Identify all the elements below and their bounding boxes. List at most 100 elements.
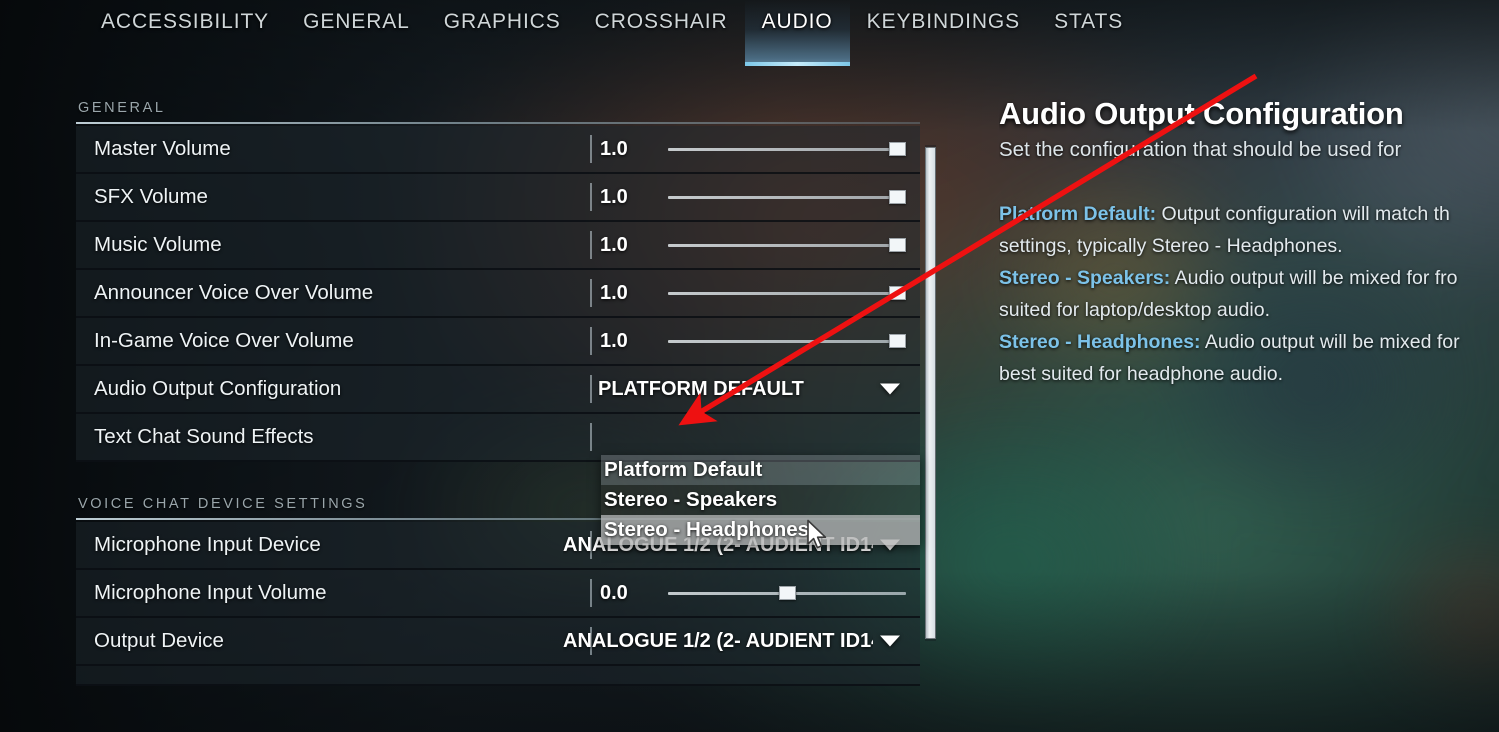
volume-slider[interactable] [668,331,906,351]
slider-value: 0.0 [600,581,628,604]
info-entry-stereo-headphones: Stereo - Headphones: Audio output will b… [999,326,1499,390]
info-entry-line: Platform Default: Output configuration w… [999,198,1499,230]
option-label: Stereo - Speakers [604,488,778,511]
section-rule [76,122,920,124]
slider-knob[interactable] [779,586,796,600]
slider-knob[interactable] [889,334,906,348]
slider-track [668,244,906,247]
slider-track [668,148,906,151]
dropdown-option-stereo-speakers[interactable]: Stereo - Speakers [601,485,920,515]
setting-row-audio-output-configuration[interactable]: Audio Output Configuration PLATFORM DEFA… [76,366,920,414]
setting-label: Announcer Voice Over Volume [94,281,374,304]
option-label: Stereo - Headphones [604,518,810,541]
slider-knob[interactable] [889,238,906,252]
info-text: Audio output will be mixed for fro [1174,267,1458,289]
tab-keybindings[interactable]: KEYBINDINGS [850,0,1037,66]
info-entry-platform-default: Platform Default: Output configuration w… [999,198,1499,262]
tab-label: GENERAL [303,10,410,33]
info-panel: Audio Output Configuration Set the confi… [999,96,1499,390]
info-entry-line: suited for laptop/desktop audio. [999,299,1271,321]
setting-label: Text Chat Sound Effects [94,425,314,448]
tab-label: CROSSHAIR [594,10,728,33]
tab-label: STATS [1054,10,1124,33]
dropdown-option-stereo-headphones[interactable]: Stereo - Headphones [601,515,920,545]
setting-control[interactable]: ANALOGUE 1/2 (2- AUDIENT ID14 [563,618,920,664]
tab-general[interactable]: GENERAL [286,0,427,66]
setting-label: SFX Volume [94,185,208,208]
info-subtitle: Set the configuration that should be use… [999,138,1402,161]
slider-value: 1.0 [600,185,628,208]
tab-stats[interactable]: STATS [1037,0,1140,66]
volume-slider[interactable] [668,235,906,255]
setting-control[interactable]: 1.0 [584,270,920,316]
tab-label: KEYBINDINGS [866,10,1021,33]
info-term: Stereo - Speakers: [999,267,1171,289]
info-entry-line: best suited for headphone audio. [999,363,1284,385]
tab-crosshair[interactable]: CROSSHAIR [578,0,745,66]
info-title: Audio Output Configuration [999,96,1404,131]
info-entry-line: settings, typically Stereo - Headphones. [999,235,1343,257]
setting-label: Microphone Input Device [94,533,321,556]
setting-row-announcer-voice-over-volume[interactable]: Announcer Voice Over Volume 1.0 [76,270,920,318]
setting-control[interactable]: 1.0 [584,126,920,172]
slider-value: 1.0 [600,281,628,304]
scrollbar-thumb[interactable] [925,147,936,639]
setting-label: Master Volume [94,137,231,160]
slider-knob[interactable] [889,142,906,156]
audio-output-configuration-option-list[interactable]: Platform Default Stereo - Speakers Stere… [601,455,920,545]
volume-slider[interactable] [668,187,906,207]
slider-knob[interactable] [889,286,906,300]
info-term: Stereo - Headphones: [999,331,1201,353]
tab-label: GRAPHICS [443,10,561,33]
slider-track [668,292,906,295]
chevron-down-icon[interactable] [880,383,900,395]
dropdown-option-platform-default[interactable]: Platform Default [601,455,920,485]
dropdown-value: PLATFORM DEFAULT [598,377,804,400]
slider-knob[interactable] [889,190,906,204]
setting-row-microphone-input-volume[interactable]: Microphone Input Volume 0.0 [76,570,920,618]
setting-row-master-volume[interactable]: Master Volume 1.0 [76,126,920,174]
info-text: Output configuration will match th [1161,203,1450,225]
output-device-dropdown[interactable]: ANALOGUE 1/2 (2- AUDIENT ID14 [563,618,916,664]
setting-row-sfx-volume[interactable]: SFX Volume 1.0 [76,174,920,222]
info-term: Platform Default: [999,203,1157,225]
tab-graphics[interactable]: GRAPHICS [427,0,578,66]
tab-label: ACCESSIBILITY [101,10,270,33]
text-chat-sound-effects-dropdown[interactable] [600,414,916,460]
setting-label: Microphone Input Volume [94,581,327,604]
info-entry-stereo-speakers: Stereo - Speakers: Audio output will be … [999,262,1499,326]
setting-row-partial[interactable] [76,666,920,686]
setting-label: Audio Output Configuration [94,377,342,400]
slider-value: 1.0 [600,329,628,352]
setting-control[interactable]: 1.0 [584,318,920,364]
settings-scrollbar[interactable] [925,145,936,641]
setting-control[interactable] [584,414,920,460]
setting-control[interactable]: 1.0 [584,174,920,220]
volume-slider[interactable] [668,583,906,603]
settings-tab-bar: ACCESSIBILITY GENERAL GRAPHICS CROSSHAIR… [0,0,1499,66]
setting-control[interactable]: PLATFORM DEFAULT [584,366,920,412]
slider-track [668,340,906,343]
setting-label: In-Game Voice Over Volume [94,329,354,352]
setting-control[interactable]: 1.0 [584,222,920,268]
setting-control[interactable]: 0.0 [584,570,920,616]
slider-value: 1.0 [600,233,628,256]
slider-track [668,196,906,199]
info-entry-line: Stereo - Speakers: Audio output will be … [999,262,1499,294]
setting-row-music-volume[interactable]: Music Volume 1.0 [76,222,920,270]
section-header-general: GENERAL [78,100,166,116]
info-text: Audio output will be mixed for [1204,331,1460,353]
settings-list: GENERAL Master Volume 1.0 SFX Volume 1.0… [76,100,920,732]
chevron-down-icon[interactable] [880,635,900,647]
volume-slider[interactable] [668,283,906,303]
audio-output-configuration-dropdown[interactable]: PLATFORM DEFAULT [598,366,916,412]
setting-row-output-device[interactable]: Output Device ANALOGUE 1/2 (2- AUDIENT I… [76,618,920,666]
setting-label: Music Volume [94,233,222,256]
setting-row-in-game-voice-over-volume[interactable]: In-Game Voice Over Volume 1.0 [76,318,920,366]
info-entry-line: Stereo - Headphones: Audio output will b… [999,326,1499,358]
volume-slider[interactable] [668,139,906,159]
slider-value: 1.0 [600,137,628,160]
tab-accessibility[interactable]: ACCESSIBILITY [84,0,286,66]
dropdown-value: ANALOGUE 1/2 (2- AUDIENT ID14 [563,629,873,652]
tab-audio[interactable]: AUDIO [744,0,850,66]
